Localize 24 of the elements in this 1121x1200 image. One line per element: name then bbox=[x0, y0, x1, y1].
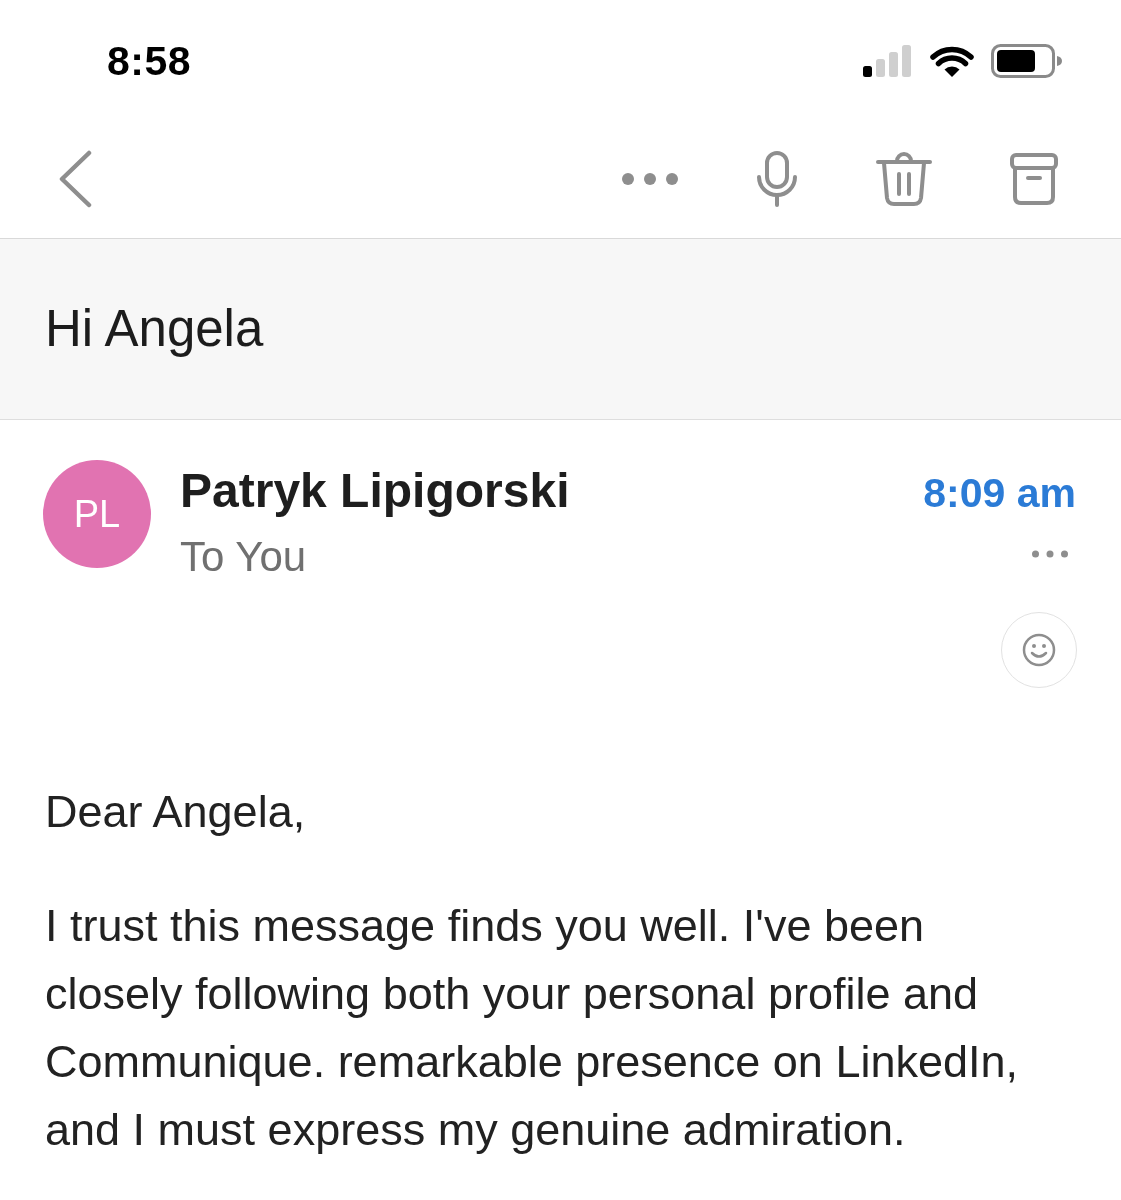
trash-icon bbox=[876, 152, 932, 206]
dictation-button[interactable] bbox=[756, 151, 798, 207]
more-dots-icon bbox=[1032, 550, 1068, 558]
more-dots-icon bbox=[622, 172, 678, 186]
back-chevron-icon bbox=[58, 150, 92, 208]
delete-button[interactable] bbox=[876, 152, 932, 206]
status-time: 8:58 bbox=[107, 37, 192, 85]
message-time: 8:09 am bbox=[923, 469, 1076, 518]
archive-button[interactable] bbox=[1010, 153, 1058, 205]
message-more-button[interactable] bbox=[1032, 550, 1068, 558]
signal-icon bbox=[863, 45, 913, 77]
subject-title: Hi Angela bbox=[45, 299, 264, 359]
wifi-icon bbox=[930, 45, 974, 77]
message-paragraph: I trust this message finds you well. I've been closely following both your personal profile and Communique. remarkable presence on LinkedIn, and I must express my genuine admiration. bbox=[45, 899, 1020, 1157]
sender-name: Patryk Lipigorski bbox=[180, 463, 570, 519]
more-button[interactable] bbox=[622, 172, 678, 186]
back-button[interactable] bbox=[58, 150, 92, 208]
greeting-text: Dear Angela, bbox=[45, 785, 307, 839]
battery-icon bbox=[991, 44, 1063, 78]
archive-box-icon bbox=[1010, 153, 1058, 205]
sender-avatar: PL bbox=[43, 460, 151, 568]
smiley-icon bbox=[1022, 633, 1056, 667]
microphone-icon bbox=[756, 151, 798, 207]
recipients-text: To You bbox=[180, 532, 307, 582]
